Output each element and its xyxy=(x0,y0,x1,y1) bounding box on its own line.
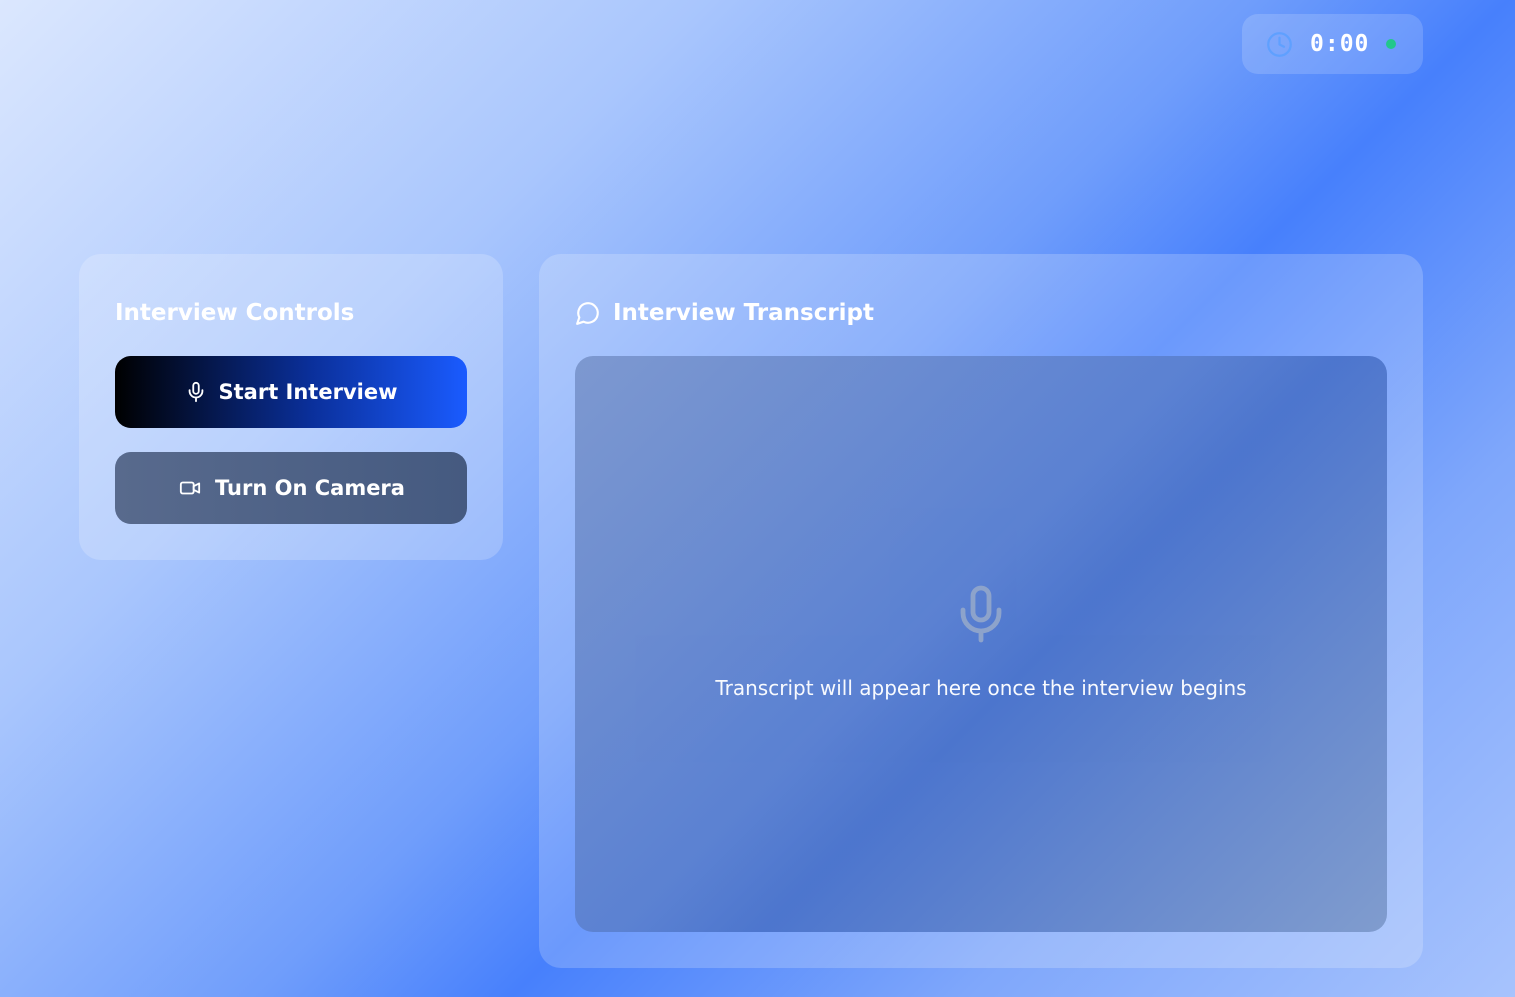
session-timer: 0:00 xyxy=(1242,14,1423,74)
timer-value: 0:00 xyxy=(1310,31,1370,57)
turn-on-camera-button[interactable]: Turn On Camera xyxy=(115,452,467,524)
interview-transcript-panel: Interview Transcript Transcript will app… xyxy=(539,254,1423,968)
chat-bubble-icon xyxy=(576,302,599,325)
transcript-area[interactable]: Transcript will appear here once the int… xyxy=(575,356,1387,932)
transcript-title: Interview Transcript xyxy=(613,300,875,326)
transcript-header: Interview Transcript xyxy=(575,298,874,328)
status-indicator-dot xyxy=(1386,39,1397,49)
microphone-icon xyxy=(960,585,1002,643)
start-interview-button[interactable]: Start Interview xyxy=(115,356,467,428)
start-interview-label: Start Interview xyxy=(218,380,398,404)
clock-icon xyxy=(1267,31,1292,57)
interview-controls-panel: Interview Controls Start Interview Turn … xyxy=(79,254,503,560)
microphone-icon xyxy=(188,381,203,403)
controls-title: Interview Controls xyxy=(115,300,355,326)
turn-on-camera-label: Turn On Camera xyxy=(215,476,405,500)
video-camera-icon xyxy=(179,481,201,495)
transcript-empty-message: Transcript will appear here once the int… xyxy=(715,676,1247,700)
